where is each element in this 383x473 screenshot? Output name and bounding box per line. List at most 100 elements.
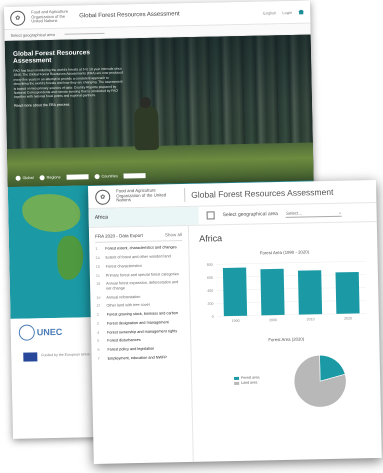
radio-dot-icon xyxy=(39,175,45,181)
un-globe-icon xyxy=(18,324,35,341)
back-area-select[interactable] xyxy=(64,32,105,35)
bar-chart-svg: 80060040020001990 2000 2010 2020 xyxy=(207,260,367,323)
sidebar-item-label: Forest disturbances xyxy=(107,338,141,344)
hero-text: Global Forest Resources Assessment FAO h… xyxy=(12,49,124,107)
bar[interactable] xyxy=(222,267,248,317)
x-tick-label: 2000 xyxy=(269,318,277,322)
sidebar-item-number: 1f xyxy=(96,304,100,309)
fao-logo-icon: ✿ xyxy=(95,189,111,205)
sidebar-item-label: Forest ownership and management rights xyxy=(107,328,178,335)
front-page-screenshot: ✿ Food and Agriculture Organization of t… xyxy=(88,179,382,464)
sidebar-item-number: 3 xyxy=(96,321,100,326)
pie-legend: Forest area Land area xyxy=(234,375,260,386)
flag-icon xyxy=(206,211,215,220)
forest-ground xyxy=(6,142,314,187)
front-body: FRA 2020 - Data Export Show all 1 Forest … xyxy=(88,222,382,464)
data-export-sidebar: FRA 2020 - Data Export Show all 1 Forest … xyxy=(88,225,194,464)
show-all-link[interactable]: Show all xyxy=(165,232,182,237)
header-divider xyxy=(184,187,186,202)
sidebar-item-label: Forest growing stock, biomass and carbon xyxy=(106,311,179,317)
radio-dot-icon xyxy=(15,175,21,181)
fao-logo-icon: ✿ xyxy=(10,10,26,26)
sidebar-item-label: Annual forest expansion, deforestation a… xyxy=(106,280,179,291)
sidebar-item-number: 7 xyxy=(97,356,100,361)
hero-heading: Global Forest Resources Assessment xyxy=(12,49,91,65)
y-tick-label: 400 xyxy=(207,289,213,293)
eu-flag-icon xyxy=(23,352,38,362)
home-icon[interactable] xyxy=(298,9,304,14)
area-select-label: Select geographical area xyxy=(222,211,279,219)
radio-countries[interactable]: Countries xyxy=(94,174,118,180)
back-select-label: Select geographical area xyxy=(10,31,55,38)
region-select[interactable] xyxy=(66,174,89,180)
legend-label: Forest area xyxy=(241,375,260,380)
sidebar-item-label: Forest designation and management xyxy=(106,320,169,326)
sidebar-item-number: 6 xyxy=(97,347,100,353)
area-picker: Select geographical area Select... ⌄ xyxy=(198,203,376,225)
y-tick-label: 0 xyxy=(212,315,214,319)
map-south-america[interactable] xyxy=(56,235,84,280)
back-top-links: English Login xyxy=(263,9,304,15)
sidebar-title: FRA 2020 - Data Export xyxy=(95,232,143,239)
area-select-dropdown[interactable]: Select... ⌄ xyxy=(285,209,343,218)
sidebar-item-number: 1e xyxy=(96,295,101,300)
x-tick-label: 1990 xyxy=(232,319,240,323)
sidebar-item-number: 1d xyxy=(96,282,101,287)
forest-area-bar-chart: 800 600 400 200 0 1990 2000 2010 2020 xyxy=(200,257,371,331)
sidebar-item-label: Forest extent, characteristics and chang… xyxy=(105,245,177,251)
sidebar-item-number: 1a xyxy=(95,255,100,260)
country-panel: Africa Forest Area (1990 - 2020) 800 600 4… xyxy=(189,222,382,464)
map-north-america[interactable] xyxy=(21,193,81,233)
legend-swatch xyxy=(234,376,240,380)
hiker-figure xyxy=(134,105,160,151)
bar[interactable] xyxy=(260,268,285,316)
y-tick-label: 600 xyxy=(207,276,213,280)
front-org-name: Food and Agriculture Organization of the… xyxy=(116,187,167,203)
y-tick-label: 800 xyxy=(207,263,213,267)
unece-logo: UNEC xyxy=(18,324,63,341)
forest-area-pie-chart: Forest Area (2020) Forest area Land area xyxy=(201,335,373,419)
legend-entry: Land area xyxy=(234,380,259,386)
sidebar-item-number: 4 xyxy=(97,330,100,335)
pie-chart-svg xyxy=(293,354,347,408)
hero-read-more-link[interactable]: Read more about the FRA process xyxy=(14,101,124,107)
radio-global[interactable]: Global xyxy=(15,175,34,181)
sidebar-item-label: Primary forest and special forest catego… xyxy=(105,271,179,278)
sidebar-item-label: Other land with tree cover xyxy=(106,303,151,308)
country-select[interactable] xyxy=(123,173,146,179)
eu-funding-text: Funded by the European Union xyxy=(41,352,90,358)
language-link[interactable]: English xyxy=(263,10,276,15)
back-site-title: Global Forest Resources Assessment xyxy=(79,11,180,20)
sidebar-item-number: 1c xyxy=(95,273,100,278)
x-tick-label: 2010 xyxy=(307,317,315,321)
sidebar-item-label: Forest policy and legislation xyxy=(107,346,155,352)
area-select-value: Select... xyxy=(285,210,303,216)
bar[interactable] xyxy=(335,271,360,314)
hero-banner: Global Forest Resources Assessment FAO h… xyxy=(4,34,314,187)
sidebar-list: 1 Forest extent, characteristics and chan… xyxy=(95,243,184,363)
x-tick-label: 2020 xyxy=(344,316,352,320)
bar-chart-title: Forest Area (1990 - 2020) xyxy=(259,249,310,256)
y-tick-label: 200 xyxy=(207,302,213,306)
sidebar-item-label: Forest characteristics xyxy=(105,263,142,269)
login-link[interactable]: Login xyxy=(282,9,292,14)
sidebar-item-label: Employment, education and NWFP xyxy=(107,355,167,361)
hero-paragraph: FAO has been monitoring the world's fore… xyxy=(13,66,123,100)
sidebar-item-label: Extent of forest and other wooded land xyxy=(105,254,171,260)
sidebar-item-number: 1 xyxy=(95,247,98,252)
back-org-name: Food and Agriculture Organization of the… xyxy=(31,8,69,24)
grid-line xyxy=(215,260,366,265)
region-tab[interactable]: Africa xyxy=(88,206,199,227)
bar[interactable] xyxy=(297,270,323,315)
legend-label: Land area xyxy=(241,380,258,385)
unece-text: UNEC xyxy=(36,326,63,338)
country-heading: Africa xyxy=(199,233,223,244)
radio-dot-icon xyxy=(94,174,100,180)
sidebar-item-number: 5 xyxy=(97,339,100,344)
sidebar-item-number: 2 xyxy=(96,312,99,317)
chevron-down-icon: ⌄ xyxy=(338,209,342,215)
radio-regions[interactable]: Regions xyxy=(39,175,61,181)
sidebar-item-number: 1b xyxy=(95,264,100,269)
sidebar-item[interactable]: 7 Employment, education and NWFP xyxy=(98,353,185,364)
sidebar-header: FRA 2020 - Data Export Show all xyxy=(95,232,183,243)
